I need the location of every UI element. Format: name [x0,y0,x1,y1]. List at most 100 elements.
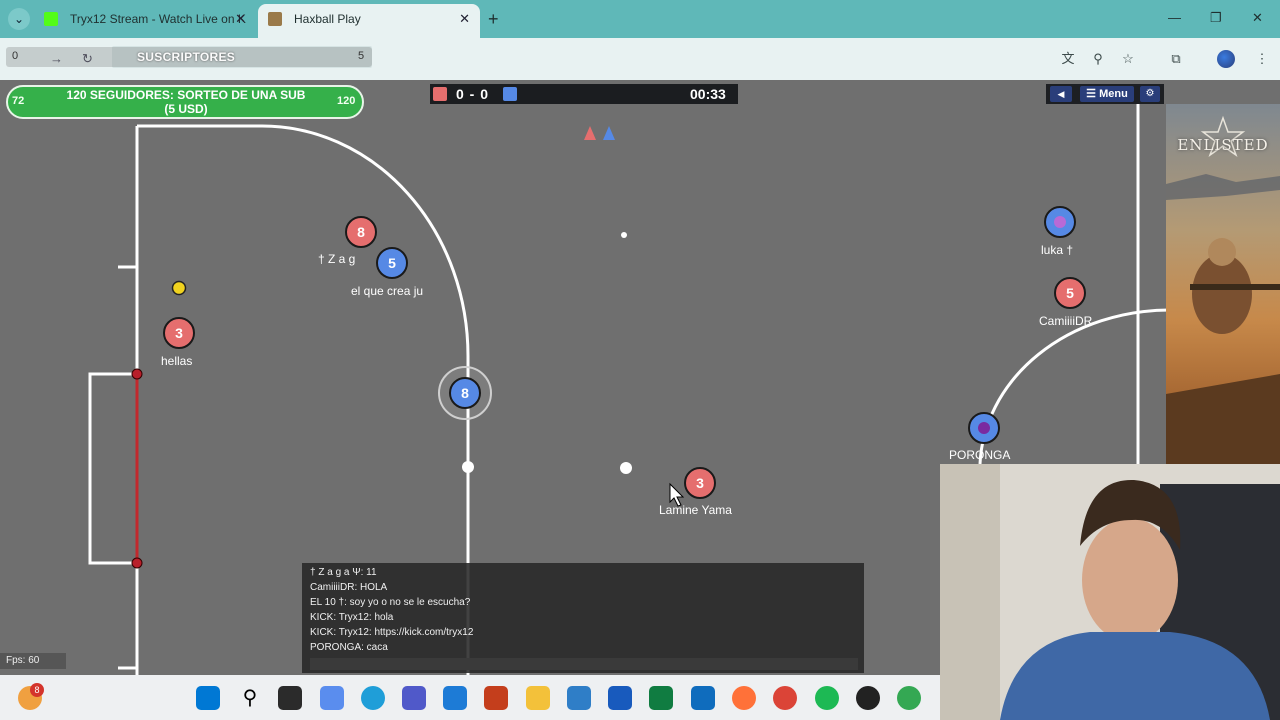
zoom-icon[interactable]: ⚲ [1089,50,1107,68]
player-name-hellas: hellas [161,354,193,368]
player-name-lamine: Lamine Yama [659,503,732,517]
blue-team-marker [603,126,615,140]
webcam-person [940,464,1280,720]
chrome-icon[interactable] [773,686,797,710]
webcam-feed [940,464,1280,720]
followers-current: 72 [12,95,25,107]
bookmark-star-icon[interactable]: ☆ [1119,50,1137,68]
svg-text:8: 8 [357,224,365,240]
tab-bar: ⌄ Tryx12 Stream - Watch Live on K ✕ Haxb… [0,0,1280,38]
tab-title: Haxball Play [294,12,361,26]
chrome-profile-icon[interactable] [897,686,921,710]
tab-title: Tryx12 Stream - Watch Live on K [70,12,246,26]
poster-title: ENLISTED [1177,136,1269,154]
file-explorer-icon[interactable] [526,686,550,710]
player-name-zag: † Z a g [318,252,356,266]
match-timer: 00:33 [690,86,726,102]
player-blue-8-self: 8 [438,366,492,420]
close-tab-icon[interactable]: ✕ [459,4,470,34]
app-icon[interactable] [567,686,591,710]
player-name-luka: luka † [1041,243,1074,257]
firefox-icon[interactable] [732,686,756,710]
player-red-3-hellas: 3 [163,317,195,349]
left-goal-net [88,372,137,565]
right-arc-line [978,308,1171,465]
word-icon[interactable] [608,686,632,710]
chat-message: KICK: Tryx12: hola [310,612,394,623]
chat-input[interactable] [310,658,858,670]
chat-message: † Z a g a Ψ: 11 [310,567,377,578]
tab-tryx12-stream[interactable]: Tryx12 Stream - Watch Live on K ✕ [34,4,256,38]
haxball-favicon-icon [268,12,282,26]
svg-text:5: 5 [1066,285,1074,301]
followers-goal-label: 120 SEGUIDORES: SORTEO DE UNA SUB (5 USD… [66,88,306,116]
restore-icon[interactable]: ❐ [1210,10,1222,26]
svg-text:5: 5 [388,255,396,271]
profile-avatar-icon[interactable] [1217,50,1235,68]
settings-gear-icon[interactable]: ⚙ [1140,86,1160,102]
chat-message: KICK: Tryx12: https://kick.com/tryx12 [310,627,474,638]
notification-badge: 8 [30,683,44,697]
svg-text:3: 3 [175,325,183,341]
goal-post [131,557,143,569]
powerpoint-icon[interactable] [484,686,508,710]
player-blue-luka [1044,206,1076,238]
more-menu-icon[interactable]: ⋮ [1253,50,1271,68]
outlook-icon[interactable] [691,686,715,710]
new-tab-icon[interactable]: + [488,8,506,30]
screen: ⌄ Tryx12 Stream - Watch Live on K ✕ Haxb… [0,0,1280,720]
obs-icon[interactable] [856,686,880,710]
chat-message: EL 10 †: soy yo o no se le escucha? [310,597,471,608]
field-dot [462,461,474,473]
windows-taskbar [0,675,940,720]
kick-favicon-icon [44,12,58,26]
minimize-icon[interactable]: — [1168,10,1181,25]
svg-text:3: 3 [696,475,704,491]
extensions-icon[interactable]: ⧉ [1167,50,1185,68]
score: 0 - 0 [456,86,490,102]
ball [171,280,187,296]
player-blue-5: 5 [376,247,408,279]
search-icon[interactable]: ⚲ [238,686,262,710]
field-dot [620,462,632,474]
menu-button[interactable]: ☰ Menu [1080,86,1134,102]
player-red-8: 8 [345,216,377,248]
player-red-5-camiiidr: 5 [1054,277,1086,309]
red-team-square [433,87,447,101]
followers-goal: 120 [337,95,356,107]
fps-counter: Fps: 60 [0,653,66,669]
svg-text:8: 8 [461,385,469,401]
player-name-camiiidr: CamiiiiDR [1039,314,1093,328]
chat-message: CamiiiiDR: HOLA [310,582,388,593]
spotify-icon[interactable] [815,686,839,710]
menu-label: Menu [1099,88,1128,100]
translate-icon[interactable]: 文 [1059,50,1077,68]
close-window-icon[interactable]: ✕ [1252,10,1263,26]
chat-panel: † Z a g a Ψ: 11 CamiiiiDR: HOLA EL 10 †:… [302,563,864,673]
player-red-3-lamine: 3 [684,467,716,499]
field-dot [621,232,627,238]
chat-message: PORONGA: caca [310,642,388,653]
player-name-poronga: PORONGA [949,448,1011,462]
copilot-icon[interactable] [320,686,344,710]
poster-art [1166,115,1280,464]
player-blue-poronga [968,412,1000,444]
task-view-icon[interactable] [278,686,302,710]
close-tab-icon[interactable]: ✕ [235,4,246,34]
subscribers-count: 5 [358,50,365,62]
excel-icon[interactable] [649,686,673,710]
edge-icon[interactable] [361,686,385,710]
player-name-el-que-crea: el que crea ju [351,284,424,298]
red-team-marker [584,126,596,140]
goal-post [131,368,143,380]
windows-start-icon[interactable] [196,686,220,710]
back-arrow-icon[interactable]: ◀ [1050,86,1072,102]
subscribers-label: SUSCRIPTORES [137,50,236,64]
blue-team-square [503,87,517,101]
subscribers-current: 0 [12,50,19,62]
tab-search-icon[interactable]: ⌄ [8,8,30,30]
tab-haxball-play[interactable]: Haxball Play ✕ [258,4,480,38]
teams-icon[interactable] [402,686,426,710]
store-icon[interactable] [443,686,467,710]
enlisted-ad-poster[interactable]: ENLISTED [1166,104,1280,464]
